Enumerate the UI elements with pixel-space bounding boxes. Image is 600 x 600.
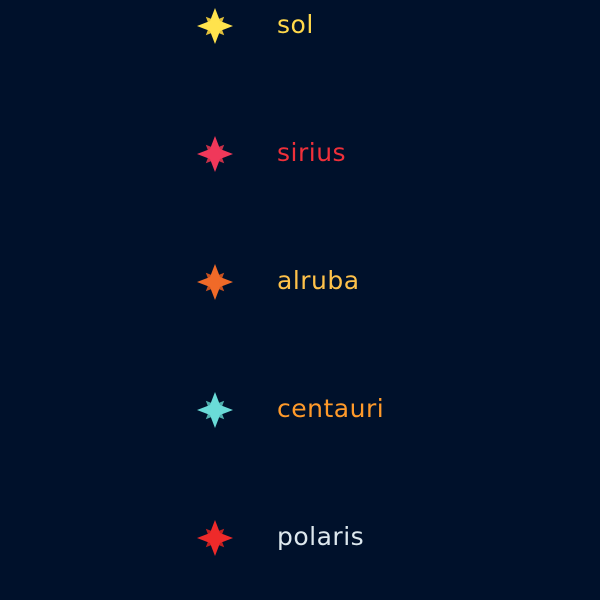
star-name: sirius: [277, 138, 347, 167]
star-item-polaris: polaris: [0, 518, 600, 558]
star-item-centauri: centauri: [0, 390, 600, 430]
star-icon: [197, 392, 233, 428]
star-item-sol: sol: [0, 6, 600, 46]
star-name: alruba: [277, 266, 360, 295]
star-icon: [197, 520, 233, 556]
star-name: polaris: [277, 522, 365, 551]
star-icon: [197, 8, 233, 44]
star-item-sirius: sirius: [0, 134, 600, 174]
star-icon: [197, 264, 233, 300]
star-item-alruba: alruba: [0, 262, 600, 302]
star-icon: [197, 136, 233, 172]
star-name: sol: [277, 10, 314, 39]
star-name: centauri: [277, 394, 385, 423]
